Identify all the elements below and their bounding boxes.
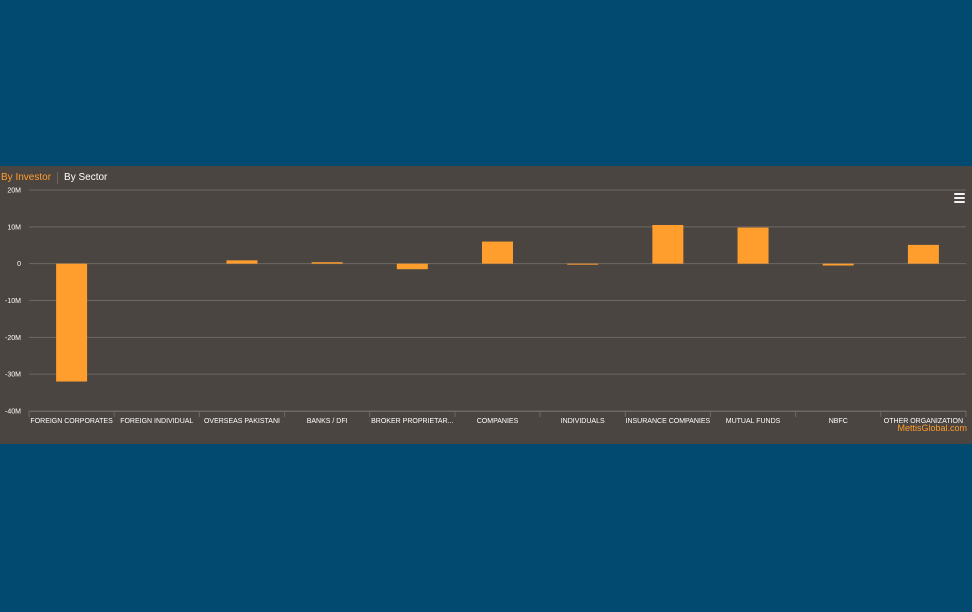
bar[interactable] (907, 244, 939, 264)
x-tick-label: BANKS / DFI (307, 418, 348, 425)
y-axis-labels: 20M 10M 0 -10M -20M -30M -40M (5, 188, 21, 416)
x-tick-label: COMPANIES (477, 418, 519, 425)
x-axis: FOREIGN CORPORATES FOREIGN INDIVIDUAL OVER… (28, 411, 967, 425)
y-tick-label: -30M (5, 372, 21, 379)
y-tick-label: -10M (5, 298, 21, 305)
bar[interactable] (822, 263, 854, 266)
bar[interactable] (396, 263, 428, 270)
x-tick-label: MUTUAL FUNDS (726, 418, 781, 425)
credit-link[interactable]: MettisGlobal.com (897, 423, 967, 433)
bars (56, 224, 939, 382)
bar[interactable] (567, 263, 599, 265)
bar-chart: 20M 10M 0 -10M -20M -30M -40M FOREIGN CORPORAT… (5, 188, 967, 425)
bar[interactable] (482, 241, 513, 264)
y-tick-label: 20M (7, 188, 21, 195)
bar[interactable] (56, 263, 88, 382)
x-tick-label: INDIVIDUALS (561, 418, 605, 425)
x-tick-label: OVERSEAS PAKISTANI (204, 418, 280, 425)
y-tick-label: -40M (5, 409, 21, 416)
y-tick-label: 10M (7, 224, 21, 231)
bar[interactable] (737, 227, 769, 264)
x-tick-label: NBFC (829, 418, 848, 425)
x-tick-label: BROKER PROPRIETAR... (371, 418, 453, 425)
y-tick-label: 0 (17, 261, 21, 268)
x-tick-label: FOREIGN INDIVIDUAL (120, 418, 193, 425)
bar[interactable] (226, 260, 258, 264)
x-tick-label: FOREIGN CORPORATES (30, 418, 113, 425)
bar[interactable] (652, 224, 684, 264)
grid-lines (29, 189, 966, 412)
chart-panel: By Investor By Sector 20M 10M 0 -10M -20M -30… (0, 166, 972, 444)
bar[interactable] (311, 262, 343, 264)
x-tick-label: INSURANCE COMPANIES (626, 418, 711, 425)
y-tick-label: -20M (5, 335, 21, 342)
